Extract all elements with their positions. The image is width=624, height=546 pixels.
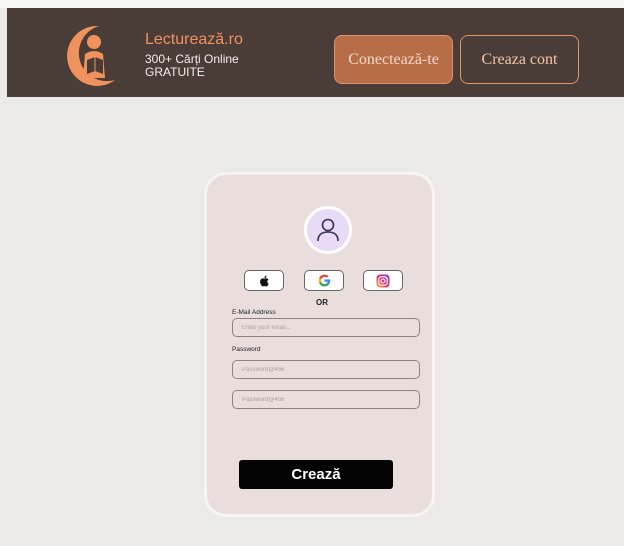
- confirm-password-input[interactable]: [232, 390, 420, 409]
- password-input[interactable]: [232, 360, 420, 379]
- avatar: [304, 206, 352, 254]
- password-label: Password: [232, 346, 261, 353]
- brand-tagline: 300+ Cărți Online GRATUITE: [145, 52, 239, 79]
- register-button[interactable]: Creaza cont: [460, 35, 579, 84]
- google-icon: [318, 274, 330, 287]
- google-login-button[interactable]: [304, 270, 344, 291]
- apple-icon: [259, 275, 269, 286]
- email-input[interactable]: [232, 318, 420, 337]
- user-icon: [317, 218, 339, 242]
- email-label: E-Mail Address: [232, 309, 276, 316]
- login-button[interactable]: Conectează-te: [334, 35, 453, 84]
- or-divider: OR: [316, 298, 328, 307]
- create-account-button[interactable]: Crează: [239, 460, 393, 489]
- apple-login-button[interactable]: [244, 270, 284, 291]
- instagram-login-button[interactable]: [363, 270, 403, 291]
- brand-name[interactable]: Lecturează.ro: [145, 31, 243, 49]
- instagram-icon: [376, 274, 390, 287]
- signup-card: OR E-Mail Address Password Crează: [204, 172, 435, 517]
- reader-logo-icon[interactable]: [59, 20, 125, 90]
- top-strip: [0, 0, 624, 8]
